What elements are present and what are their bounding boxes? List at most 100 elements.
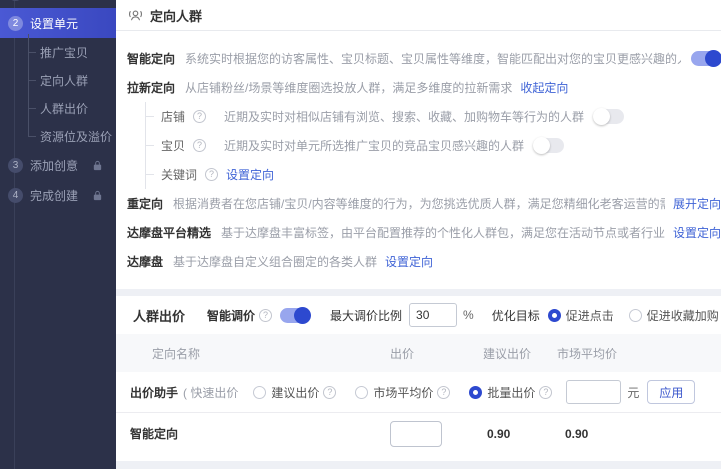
row-retargeting: 重定向 根据消费者在您店铺/宝贝/内容等维度的行为，为您挑选优质人群，满足您精细… (127, 189, 721, 218)
row-label: 达摩盘 (127, 253, 163, 270)
lock-icon (92, 160, 103, 171)
set-keyword-targeting-link[interactable]: 设置定向 (226, 166, 274, 183)
new-customer-sub-rows: 店铺 ? 近期及实时对相似店铺有浏览、搜索、收藏、加购物车等行为的人群 宝贝 ?… (145, 102, 721, 189)
question-icon[interactable]: ? (539, 386, 552, 399)
goal-group: 优化目标 促进点击 促进收藏加购 促进成交 (492, 307, 721, 324)
radio-icon[interactable] (355, 386, 368, 399)
audience-targeting-card: 定向人群 智能定向 系统实时根据您的访客属性、宝贝标题、宝贝属性等维度，智能匹配… (116, 0, 721, 289)
smart-price-toggle[interactable] (280, 308, 310, 323)
smart-price-label: 智能调价 (207, 307, 255, 324)
card-title: 定向人群 (150, 6, 202, 25)
percent-sign: % (463, 308, 474, 322)
question-icon[interactable]: ? (193, 139, 206, 152)
row-desc: 根据消费者在您店铺/宝贝/内容等维度的行为，为您挑选优质人群，满足您精细化老客运… (173, 195, 665, 212)
assistant-option-market[interactable]: 市场平均价 ? (355, 384, 454, 401)
step-number-badge: 1 (8, 0, 23, 1)
set-dmp-platform-link[interactable]: 设置定向 (673, 224, 721, 241)
lock-icon (92, 190, 103, 201)
row-desc: 从店铺粉丝/场景等维度圈选投放人群，满足多维度的拉新需求 (185, 79, 512, 96)
question-icon[interactable]: ? (323, 386, 336, 399)
smart-bid-input[interactable] (390, 421, 442, 447)
row-label: 店铺 (161, 108, 185, 125)
row-label: 重定向 (127, 195, 163, 212)
question-icon[interactable]: ? (437, 386, 450, 399)
goal-option-label: 促进点击 (566, 307, 614, 324)
sidebar-item-promote-item[interactable]: 推广宝贝 (0, 38, 116, 66)
step-number-badge: 2 (8, 16, 23, 31)
bid-table-row-smart: 智能定向 0.90 0.90 (116, 413, 721, 454)
radio-selected-icon[interactable] (469, 386, 482, 399)
goal-option-collect[interactable]: 促进收藏加购 (629, 307, 719, 324)
sidebar-item-crowd-bid[interactable]: 人群出价 (0, 94, 116, 122)
question-icon[interactable]: ? (259, 309, 272, 322)
bid-assistant-row: 出价助手 ( 快速出价 建议出价 ? 市场平均价 ? 批量出价 ? 元 应用 (116, 372, 721, 413)
currency-unit: 元 (627, 384, 639, 401)
row-desc: 近期及实时对单元所选推广宝贝的竞品宝贝感兴趣的人群 (224, 137, 524, 154)
row-keyword-targeting: 关键词 ? 设置定向 (146, 160, 721, 189)
sidebar-step-plan[interactable]: 1 设置计划 (0, 0, 116, 8)
row-shop-targeting: 店铺 ? 近期及实时对相似店铺有浏览、搜索、收藏、加购物车等行为的人群 (146, 102, 721, 131)
row-item-targeting: 宝贝 ? 近期及实时对单元所选推广宝贝的竞品宝贝感兴趣的人群 (146, 131, 721, 160)
row-new-customer-targeting: 拉新定向 从店铺粉丝/场景等维度圈选投放人群，满足多维度的拉新需求 收起定向 (127, 73, 721, 102)
col-header-bid: 出价 (390, 345, 483, 362)
assistant-option-batch[interactable]: 批量出价 ? (469, 384, 556, 401)
smart-price-group: 智能调价 ? (207, 307, 310, 324)
audience-card-header: 定向人群 (116, 0, 721, 31)
max-ratio-input[interactable] (409, 303, 457, 327)
row-label: 关键词 (161, 166, 197, 183)
collapse-targeting-link[interactable]: 收起定向 (520, 79, 568, 96)
smart-targeting-toggle[interactable] (691, 51, 721, 66)
set-dmp-link[interactable]: 设置定向 (385, 253, 433, 270)
shop-targeting-toggle[interactable] (594, 109, 624, 124)
row-desc: 基于达摩盘自定义组合圈定的各类人群 (173, 253, 377, 270)
audience-icon (127, 7, 144, 24)
goal-option-label: 促进收藏加购 (647, 307, 719, 324)
suggest-cell: 0.90 (483, 427, 557, 441)
targeting-name: 智能定向 (130, 425, 390, 442)
subnav-label: 推广宝贝 (40, 44, 88, 61)
row-dmp-platform: 达摩盘平台精选 基于达摩盘丰富标签，由平台配置推荐的个性化人群包，满足您在活动节… (127, 218, 721, 247)
row-label: 达摩盘平台精选 (127, 224, 211, 241)
assistant-option-suggest[interactable]: 建议出价 ? (253, 384, 340, 401)
row-desc: 系统实时根据您的访客属性、宝贝标题、宝贝属性等维度，智能匹配出对您的宝贝更感兴趣… (185, 50, 681, 67)
apply-button[interactable]: 应用 (647, 380, 695, 404)
batch-bid-input[interactable] (566, 380, 621, 404)
step-label: 设置计划 (30, 0, 78, 2)
row-desc: 基于达摩盘丰富标签，由平台配置推荐的个性化人群包，满足您在活动节点或者行业上的圈… (221, 224, 665, 241)
market-price: 0.90 (557, 427, 588, 441)
step-label: 完成创建 (30, 187, 78, 204)
sidebar-step-creative[interactable]: 3 添加创意 (0, 150, 116, 180)
sidebar-step-unit[interactable]: 2 设置单元 (0, 8, 116, 38)
assistant-option-label: 批量出价 (487, 384, 535, 401)
max-ratio-group: 最大调价比例 % (330, 303, 474, 327)
sidebar-item-placement[interactable]: 资源位及溢价 (0, 122, 116, 150)
bid-card-header: 人群出价 智能调价 ? 最大调价比例 % 优化目标 促进点击 促进收藏 (116, 296, 721, 334)
row-label: 智能定向 (127, 50, 175, 67)
step-label: 添加创意 (30, 157, 78, 174)
market-cell: 0.90 (557, 427, 721, 441)
crowd-bid-card: 人群出价 智能调价 ? 最大调价比例 % 优化目标 促进点击 促进收藏 (116, 296, 721, 461)
radio-icon[interactable] (253, 386, 266, 399)
bid-table-header: 定向名称 出价 建议出价 市场平均价 (116, 334, 721, 372)
suggest-price: 0.90 (483, 427, 510, 441)
bid-cell (390, 421, 483, 447)
row-label: 拉新定向 (127, 79, 175, 96)
radio-selected-icon[interactable] (548, 309, 561, 322)
sidebar-item-audience[interactable]: 定向人群 (0, 66, 116, 94)
row-desc: 近期及实时对相似店铺有浏览、搜索、收藏、加购物车等行为的人群 (224, 108, 584, 125)
goal-option-click[interactable]: 促进点击 (548, 307, 614, 324)
assistant-label: 出价助手 (130, 384, 178, 401)
subnav-label: 资源位及溢价 (40, 128, 112, 145)
subnav-label: 定向人群 (40, 72, 88, 89)
col-header-market: 市场平均价 (557, 345, 721, 362)
row-dmp: 达摩盘 基于达摩盘自定义组合圈定的各类人群 设置定向 (127, 247, 721, 276)
question-icon[interactable]: ? (205, 168, 218, 181)
assistant-prefix: ( 快速出价 (183, 384, 238, 401)
expand-retargeting-link[interactable]: 展开定向 (673, 195, 721, 212)
sidebar-step-finish[interactable]: 4 完成创建 (0, 180, 116, 210)
assistant-option-label: 市场平均价 (373, 384, 433, 401)
question-icon[interactable]: ? (193, 110, 206, 123)
radio-icon[interactable] (629, 309, 642, 322)
item-targeting-toggle[interactable] (534, 138, 564, 153)
step-label: 设置单元 (30, 15, 78, 32)
